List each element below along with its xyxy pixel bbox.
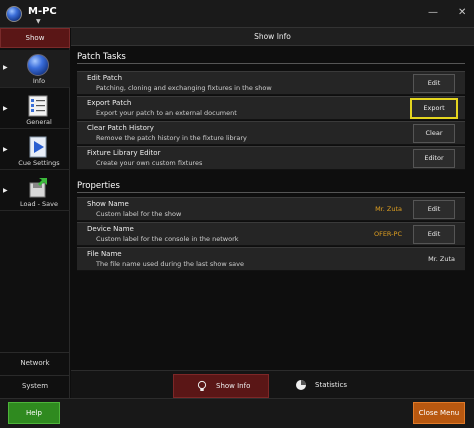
tab-label: Show Info: [216, 382, 251, 390]
edit-device-name-button[interactable]: Edit: [413, 225, 455, 244]
fixture-library-editor-button[interactable]: Editor: [413, 149, 455, 168]
sidebar-item-label: General: [26, 118, 52, 126]
file-name-value: Mr. Zuta: [428, 255, 455, 263]
show-name-value: Mr. Zuta: [375, 205, 402, 213]
row-title: Edit Patch: [87, 74, 123, 82]
sidebar-item-info[interactable]: ▶ Info: [0, 50, 70, 88]
section-title-properties: Properties: [77, 181, 465, 193]
tab-bar: Show Info Statistics: [71, 370, 474, 398]
row-title: File Name: [87, 250, 122, 258]
row-description: Patching, cloning and exchanging fixture…: [96, 84, 272, 92]
footer-bar: Help Close Menu: [0, 398, 474, 428]
pie-chart-icon: [296, 380, 306, 390]
clear-patch-history-button[interactable]: Clear: [413, 124, 455, 143]
row-description: Export your patch to an external documen…: [96, 109, 237, 117]
sidebar-item-general[interactable]: ▶ General: [0, 91, 70, 129]
sidebar-item-cue-settings[interactable]: ▶ Cue Settings: [0, 132, 70, 170]
export-patch-button[interactable]: Export: [410, 98, 458, 119]
section-title-patch-tasks: Patch Tasks: [77, 52, 465, 64]
row-description: Custom label for the console in the netw…: [96, 235, 239, 243]
row-edit-patch: Edit Patch Patching, cloning and exchang…: [77, 71, 465, 95]
row-title: Export Patch: [87, 99, 132, 107]
globe-icon: [27, 54, 49, 76]
edit-show-name-button[interactable]: Edit: [413, 200, 455, 219]
page-title: Show Info: [71, 28, 474, 46]
sidebar-item-label: Load - Save: [19, 200, 59, 208]
chevron-right-icon: ▶: [3, 64, 8, 71]
lightbulb-icon: [197, 380, 207, 391]
tab-show-info[interactable]: Show Info: [173, 374, 269, 398]
row-device-name: Device Name Custom label for the console…: [77, 222, 465, 246]
device-name-value: OFER-PC: [373, 230, 402, 238]
tab-label: Statistics: [315, 381, 347, 389]
chevron-right-icon: ▶: [3, 105, 8, 112]
close-window-button[interactable]: ✕: [458, 8, 466, 18]
sidebar-header-show[interactable]: Show: [0, 28, 70, 48]
checklist-icon: [28, 95, 48, 117]
row-description: Remove the patch history in the fixture …: [96, 134, 247, 142]
sidebar-item-load-save[interactable]: ▶ Load - Save: [0, 173, 70, 211]
chevron-down-icon[interactable]: ▼: [36, 18, 41, 25]
row-title: Show Name: [87, 200, 129, 208]
row-export-patch: Export Patch Export your patch to an ext…: [77, 96, 465, 120]
play-document-icon: [29, 136, 47, 158]
row-title: Device Name: [87, 225, 134, 233]
sidebar: Show ▶ Info ▶ General ▶ Cue Settings ▶ L…: [0, 28, 70, 398]
sidebar-item-network[interactable]: Network: [0, 352, 70, 374]
minimize-button[interactable]: —: [428, 8, 438, 18]
row-show-name: Show Name Custom label for the show Mr. …: [77, 197, 465, 221]
row-clear-patch-history: Clear Patch History Remove the patch his…: [77, 121, 465, 145]
row-description: Create your own custom fixtures: [96, 159, 203, 167]
row-file-name: File Name The file name used during the …: [77, 247, 465, 271]
row-title: Clear Patch History: [87, 124, 154, 132]
tab-statistics[interactable]: Statistics: [273, 374, 369, 398]
edit-patch-button[interactable]: Edit: [413, 74, 455, 93]
close-menu-button[interactable]: Close Menu: [413, 402, 465, 424]
sidebar-item-label: Info: [32, 77, 46, 85]
chevron-right-icon: ▶: [3, 187, 8, 194]
sidebar-item-label: Cue Settings: [18, 159, 60, 167]
row-description: Custom label for the show: [96, 210, 182, 218]
help-button[interactable]: Help: [8, 402, 60, 424]
row-description: The file name used during the last show …: [96, 260, 244, 268]
row-fixture-library-editor: Fixture Library Editor Create your own c…: [77, 146, 465, 170]
sidebar-item-system[interactable]: System: [0, 375, 70, 397]
chevron-right-icon: ▶: [3, 146, 8, 153]
floppy-load-save-icon: [29, 178, 47, 198]
row-title: Fixture Library Editor: [87, 149, 161, 157]
title-bar: M-PC ▼ — ✕: [0, 0, 474, 28]
globe-icon: [6, 6, 22, 22]
app-title[interactable]: M-PC: [28, 6, 57, 17]
